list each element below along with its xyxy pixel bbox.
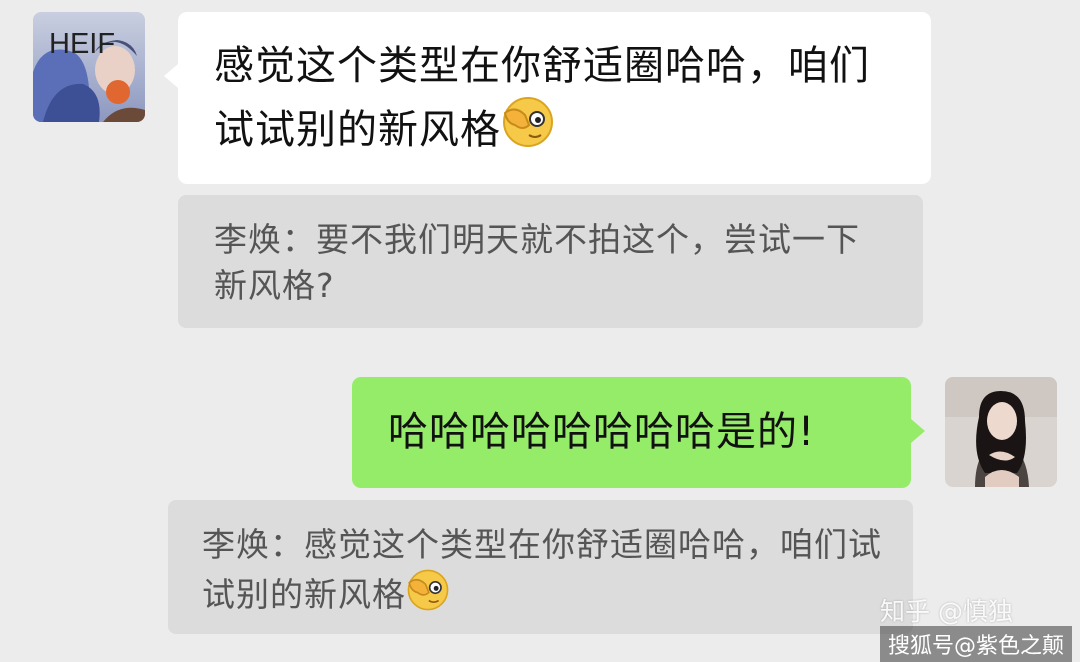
- received-message-bubble[interactable]: 感觉这个类型在你舒适圈哈哈，咱们试试别的新风格: [164, 12, 931, 184]
- sent-message-bubble[interactable]: 哈哈哈哈哈哈哈哈是的!: [352, 377, 925, 488]
- quoted-message[interactable]: 李焕：感觉这个类型在你舒适圈哈哈，咱们试试别的新风格: [168, 500, 913, 634]
- sohu-watermark: 搜狐号@紫色之颠: [880, 626, 1073, 662]
- contact-avatar[interactable]: HEIF: [33, 12, 145, 122]
- portrait-avatar-image: [945, 377, 1057, 487]
- quoted-message[interactable]: 李焕：要不我们明天就不拍这个，尝试一下新风格?: [178, 195, 923, 328]
- face-with-hand-over-eye-icon: [406, 568, 450, 616]
- zhihu-watermark: 知乎 @慎独: [880, 597, 1013, 626]
- quoted-message-text: 李焕：感觉这个类型在你舒适圈哈哈，咱们试试别的新风格: [202, 525, 882, 614]
- quoted-message-text: 李焕：要不我们明天就不拍这个，尝试一下新风格?: [214, 220, 860, 305]
- heif-label: HEIF: [49, 28, 116, 60]
- user-avatar[interactable]: [945, 377, 1057, 487]
- face-with-hand-over-eye-icon: [501, 95, 555, 153]
- sent-message-text: 哈哈哈哈哈哈哈哈是的!: [388, 409, 816, 455]
